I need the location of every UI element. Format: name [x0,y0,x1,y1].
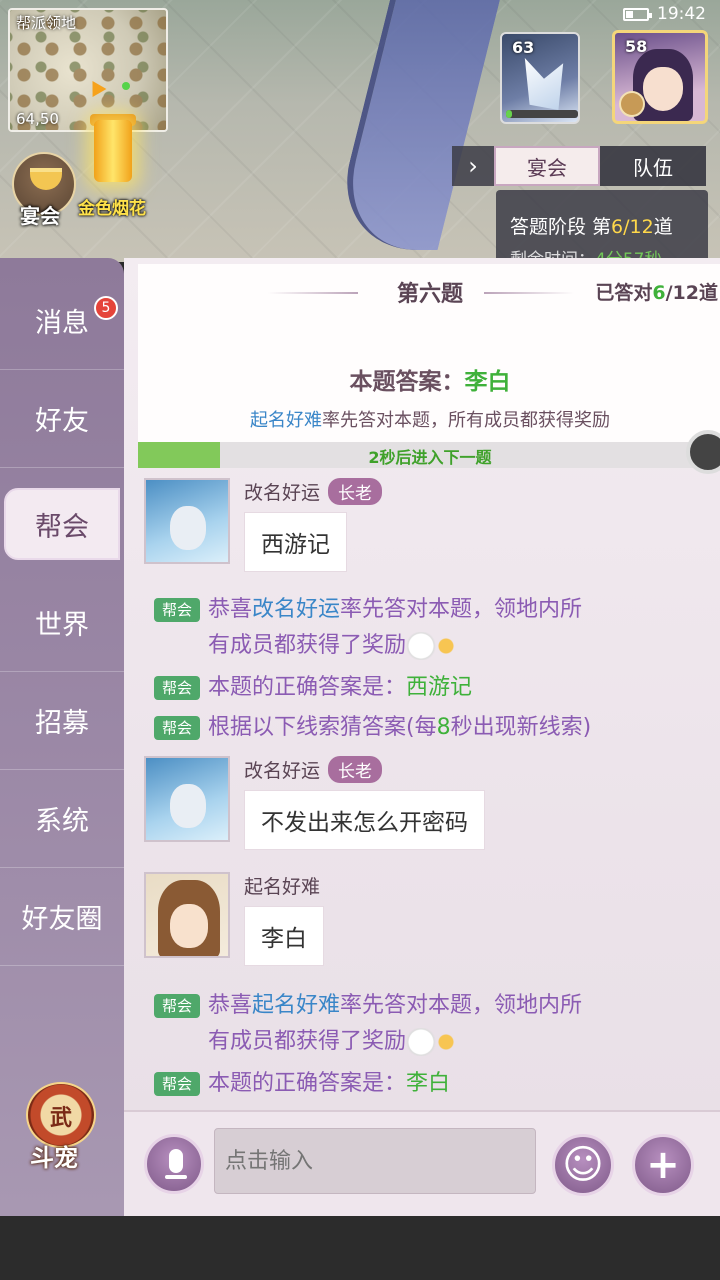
sender-name: 改名好运 长老 [244,756,383,783]
avatar-face [170,784,206,828]
quiz-status-panel: 答题阶段 第6/12道 剩余时间：4分57秒 [496,190,708,262]
rank-badge: 长老 [328,478,383,505]
hero-portrait[interactable]: 58 [612,30,708,124]
emoji-button[interactable]: ☺ [552,1134,614,1196]
quiz-answer: 本题答案：李白 [349,369,511,395]
chat-panel: 消息 5 好友 帮会 世界 招募 系统 好友圈 武 斗宠 第六题 已答对6/12… [0,258,720,1216]
more-options-button[interactable]: + [632,1134,694,1196]
battery-icon [623,7,652,21]
status-bar: 19:42 [623,4,706,24]
npc-marker-icon [122,82,130,90]
avatar-face [170,904,208,948]
sidebar-item-messages[interactable]: 消息 5 [0,272,124,370]
clock: 19:42 [657,4,706,24]
quiz-stage: 答题阶段 第6/12道 [510,216,673,238]
chat-text-input[interactable] [214,1128,536,1194]
progress-text: 2秒后进入下一题 [368,448,492,467]
system-message: 帮会 本题的正确答案是：李白 [154,1066,674,1102]
message-bubble: 西游记 [244,512,347,572]
sidebar-item-friends[interactable]: 好友 [0,370,124,468]
answered-count: 已答对6/12道 [595,282,718,304]
microphone-stand [165,1175,187,1179]
top-tabs: › 宴会 队伍 [452,146,706,186]
sidebar-item-moments[interactable]: 好友圈 [0,868,124,966]
pet-portrait[interactable]: 63 [500,32,580,124]
guild-tag: 帮会 [154,716,200,740]
chat-area: 第六题 已答对6/12道 本题答案：李白 起名好难率先答对本题，所有成员都获得奖… [124,258,720,1216]
golden-firework-icon[interactable] [94,120,132,182]
feast-button-label: 宴会 [20,204,60,228]
sender-name: 起名好难 [244,876,321,898]
game-scene: 帮派领地 64,50 宴会 金色烟花 19:42 63 58 › 宴会 队伍 答… [0,0,720,262]
sidebar-item-system[interactable]: 系统 [0,770,124,868]
quiz-winner-notice: 起名好难率先答对本题，所有成员都获得奖励 [250,410,610,431]
chevron-right-icon[interactable]: › [452,146,494,186]
pet-fight-button[interactable]: 武 斗宠 [16,1074,106,1172]
message-bubble: 李白 [244,906,324,966]
sidebar-item-guild[interactable]: 帮会 [4,488,120,560]
pet-hp-bar [506,110,578,118]
sidebar-item-world[interactable]: 世界 [0,574,124,672]
system-message: 帮会 根据以下线索猜答案(每8秒出现新线索) [154,710,674,746]
message-bubble: 不发出来怎么开密码 [244,790,485,850]
pet-fight-char: 武 [49,1106,72,1131]
minimap-title: 帮派领地 [16,14,77,32]
hero-badge-icon [619,91,645,117]
hero-level: 58 [625,37,648,56]
pet-level: 63 [512,38,535,57]
avatar[interactable] [144,478,230,564]
minimap-coords: 64,50 [16,110,59,128]
tab-team[interactable]: 队伍 [600,146,706,186]
pet-fight-label: 斗宠 [30,1144,78,1172]
minimap[interactable]: 帮派领地 64,50 [8,8,168,132]
avatar-face [170,506,206,550]
microphone-icon [169,1149,183,1173]
sender-name: 改名好运 长老 [244,478,383,505]
rank-badge: 长老 [328,756,383,783]
player-link[interactable]: 改名好运 [252,597,340,622]
bottom-bar [0,1216,720,1280]
quiz-question-card: 第六题 已答对6/12道 本题答案：李白 起名好难率先答对本题，所有成员都获得奖… [138,264,720,468]
plus-icon: + [646,1142,680,1188]
next-question-progress: 2秒后进入下一题 [138,442,720,468]
avatar[interactable] [144,872,230,958]
system-message: 帮会 本题的正确答案是：西游记 [154,670,674,706]
celebrate-emoji-icon [406,1028,457,1056]
guild-tag: 帮会 [154,994,200,1018]
chat-input-bar: ☺ + [124,1110,720,1216]
winner-name[interactable]: 起名好难 [250,410,322,431]
avatar[interactable] [144,756,230,842]
guild-tag: 帮会 [154,598,200,622]
title-divider-right [484,292,574,294]
chat-channel-sidebar: 消息 5 好友 帮会 世界 招募 系统 好友圈 武 斗宠 [0,258,124,1216]
hero-face [643,67,683,111]
firework-label: 金色烟花 [78,199,146,219]
system-message: 帮会 恭喜起名好难率先答对本题，领地内所 有成员都获得了奖励 [154,988,674,1060]
unread-badge: 5 [94,296,118,320]
guild-tag: 帮会 [154,676,200,700]
smile-icon: ☺ [562,1142,604,1188]
wolf-pet-icon [524,58,564,110]
celebrate-emoji-icon [406,632,457,660]
guild-tag: 帮会 [154,1072,200,1096]
player-link[interactable]: 起名好难 [252,993,340,1018]
system-message: 帮会 恭喜改名好运率先答对本题，领地内所 有成员都获得了奖励 [154,592,674,664]
feast-pot-icon [30,168,62,190]
tab-feast[interactable]: 宴会 [494,146,600,186]
sidebar-item-recruit[interactable]: 招募 [0,672,124,770]
voice-button[interactable] [144,1134,204,1194]
